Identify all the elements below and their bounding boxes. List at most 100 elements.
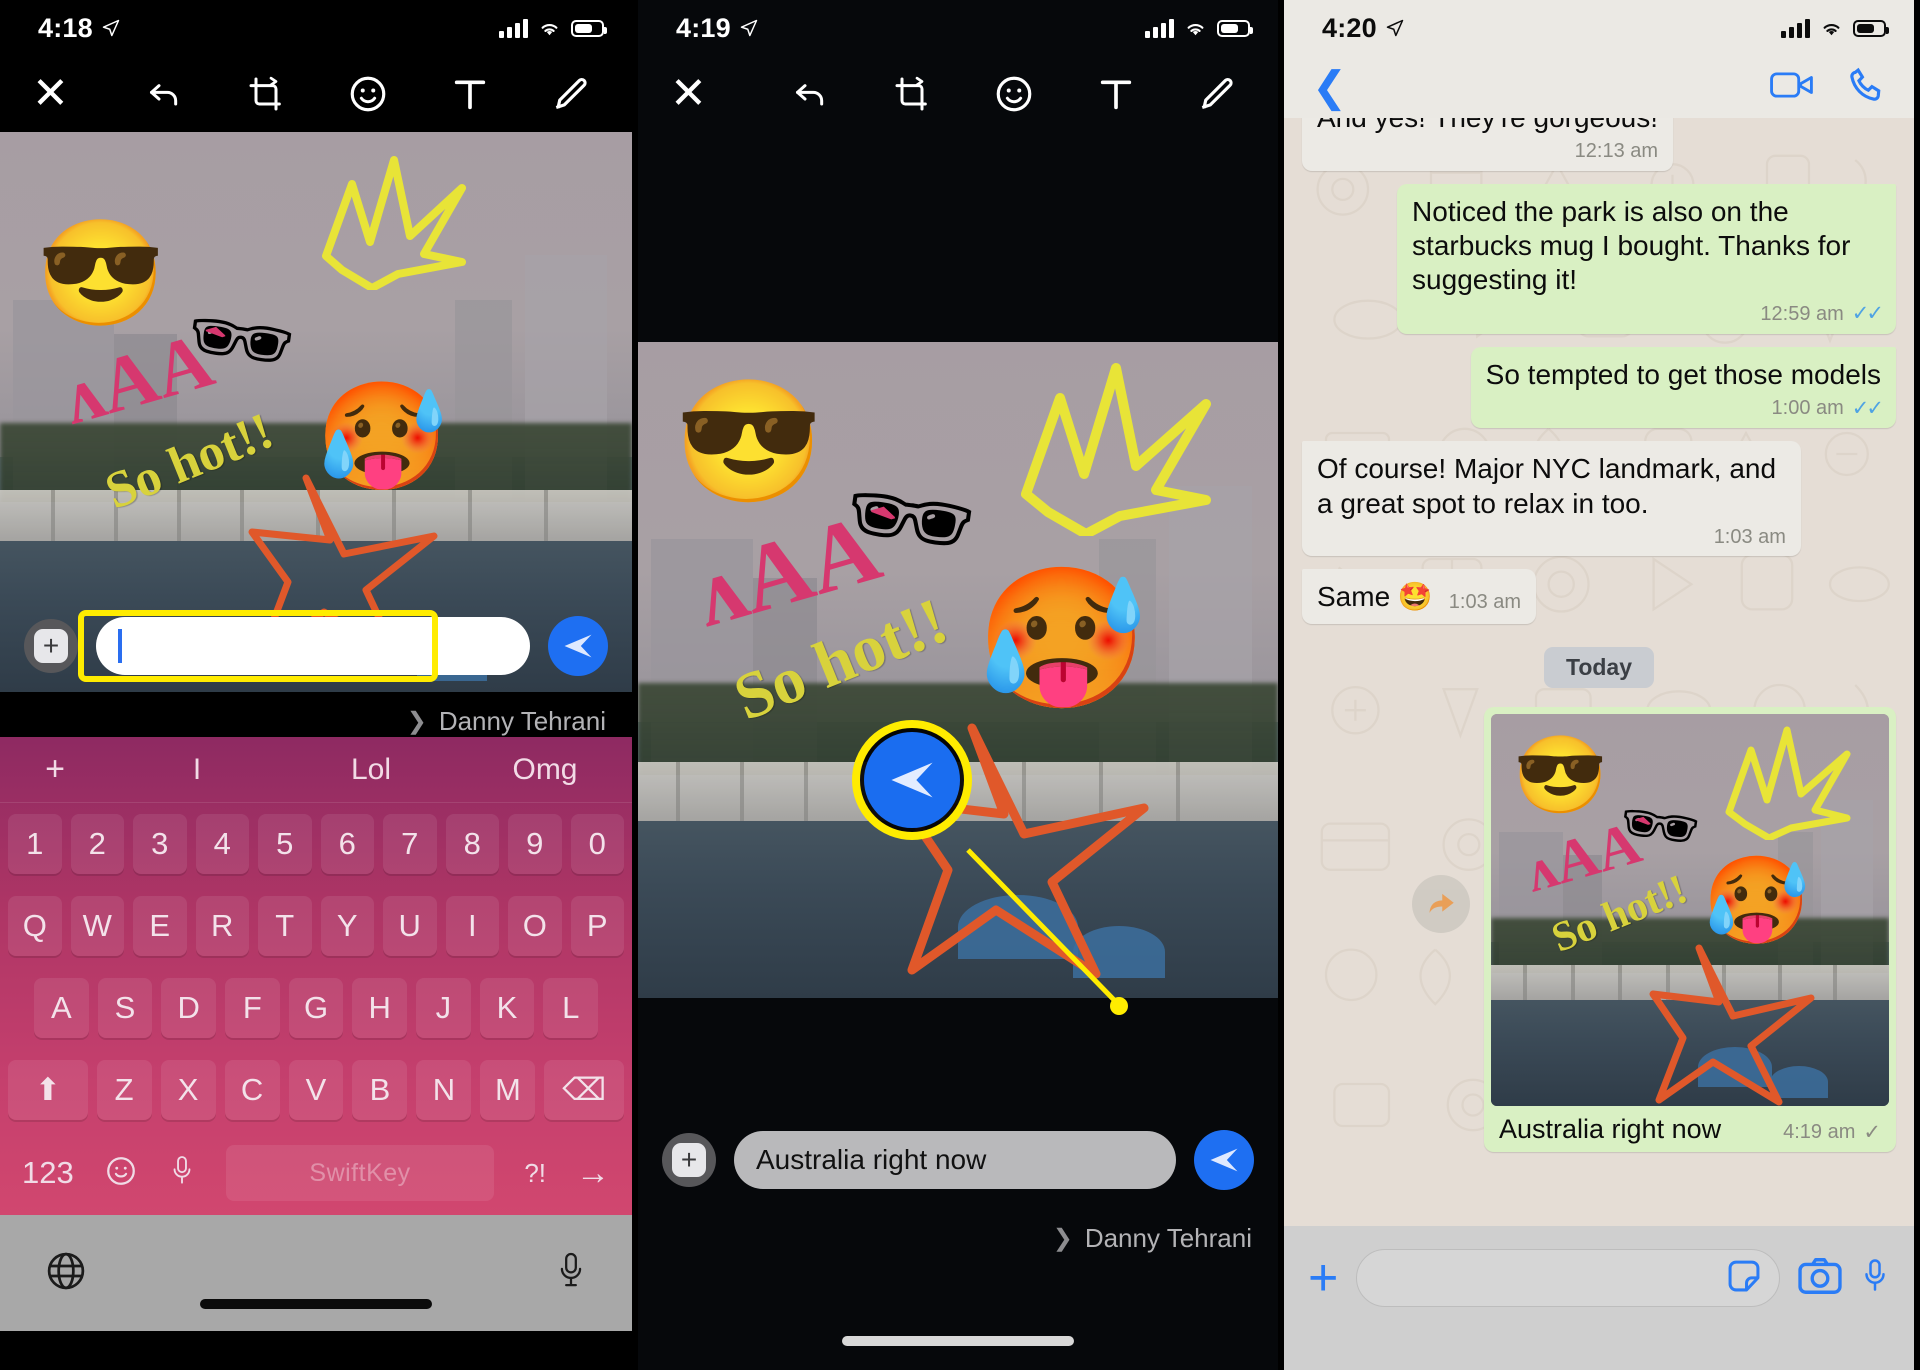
- attach-plus-button[interactable]: +: [1308, 1252, 1338, 1304]
- key-2[interactable]: 2: [70, 814, 124, 874]
- yellow-star-scribble: [322, 156, 466, 290]
- key-f[interactable]: F: [225, 978, 280, 1038]
- suggestion-1[interactable]: I: [110, 753, 284, 787]
- key-a[interactable]: A: [33, 978, 89, 1038]
- suggestion-2[interactable]: Lol: [284, 753, 458, 787]
- phone-panel-right: 4:20 ❮ 12:13 am Noticed the park is also…: [1284, 0, 1914, 1370]
- message-bubble-incoming-short[interactable]: Same 🤩 1:03 am: [1302, 569, 1537, 625]
- shift-key[interactable]: ⬆: [8, 1060, 88, 1120]
- recipient-label-mid: ❯ Danny Tehrani: [638, 1209, 1278, 1254]
- suggestion-3[interactable]: Omg: [458, 753, 632, 787]
- key-i[interactable]: I: [445, 896, 499, 956]
- key-n[interactable]: N: [416, 1060, 472, 1120]
- recipient-name: Danny Tehrani: [1084, 1223, 1252, 1253]
- key-g[interactable]: G: [288, 978, 344, 1038]
- message-bubble-incoming[interactable]: Of course! Major NYC landmark, and a gre…: [1302, 441, 1801, 557]
- key-6[interactable]: 6: [320, 814, 374, 874]
- message-text: Noticed the park is also on the starbuck…: [1412, 195, 1851, 295]
- key-m[interactable]: M: [480, 1060, 536, 1120]
- sticker-icon[interactable]: [1725, 1257, 1763, 1300]
- key-w[interactable]: W: [70, 896, 124, 956]
- key-h[interactable]: H: [352, 978, 408, 1038]
- key-c[interactable]: C: [224, 1060, 280, 1120]
- attach-plus-button[interactable]: +: [24, 619, 78, 673]
- space-key[interactable]: SwiftKey: [225, 1145, 495, 1201]
- key-z[interactable]: Z: [96, 1060, 152, 1120]
- key-t[interactable]: T: [258, 896, 312, 956]
- globe-icon[interactable]: [44, 1249, 88, 1298]
- key-u[interactable]: U: [383, 896, 437, 956]
- key-j[interactable]: J: [416, 978, 471, 1038]
- whatsapp-message-list[interactable]: And yes! They're gorgeous! 12:13 am Noti…: [1284, 118, 1914, 1226]
- dictation-microphone-icon[interactable]: [554, 1249, 588, 1298]
- emoji-icon[interactable]: [104, 1154, 138, 1193]
- suggestion-0[interactable]: +: [0, 750, 110, 789]
- key-o[interactable]: O: [508, 896, 562, 956]
- send-button-left[interactable]: [548, 616, 608, 676]
- key-3[interactable]: 3: [133, 814, 187, 874]
- recipient-label-left: ❯ Danny Tehrani: [0, 692, 632, 737]
- text-tool-icon[interactable]: [442, 68, 498, 120]
- send-button-mid[interactable]: [1194, 1130, 1254, 1190]
- chevron-right-icon: ❯: [1052, 1225, 1073, 1252]
- edited-photo-preview-mid[interactable]: 😎 🕶 🥵 ᴧAA` So hot!!: [638, 342, 1278, 998]
- text-tool-icon[interactable]: [1088, 68, 1144, 120]
- keyboard-microphone-icon[interactable]: [168, 1153, 196, 1194]
- crop-rotate-icon[interactable]: [884, 68, 940, 120]
- sent-photo-thumbnail[interactable]: 😎 🕶 🥵 ᴧAA` So hot!!: [1491, 714, 1889, 1107]
- video-call-icon[interactable]: [1770, 69, 1814, 106]
- enter-key[interactable]: →: [576, 1154, 610, 1193]
- key-9[interactable]: 9: [508, 814, 562, 874]
- crop-rotate-icon[interactable]: [238, 68, 294, 120]
- backspace-key[interactable]: ⌫: [544, 1060, 625, 1120]
- key-l[interactable]: L: [543, 978, 599, 1038]
- photo-editor-toolbar-mid: ✕: [638, 56, 1278, 132]
- numeric-key[interactable]: 123: [22, 1155, 74, 1191]
- attach-plus-button[interactable]: +: [662, 1133, 716, 1187]
- message-input-field[interactable]: [1356, 1249, 1780, 1307]
- punctuation-key[interactable]: ?!: [524, 1158, 546, 1189]
- message-bubble-outgoing[interactable]: So tempted to get those models 1:00 am ✓…: [1470, 346, 1896, 429]
- caption-input-mid[interactable]: Australia right now: [734, 1131, 1176, 1189]
- key-q[interactable]: Q: [8, 896, 62, 956]
- message-bubble-outgoing[interactable]: Noticed the park is also on the starbuck…: [1397, 183, 1896, 334]
- key-0[interactable]: 0: [570, 814, 624, 874]
- microphone-icon[interactable]: [1860, 1256, 1890, 1301]
- key-k[interactable]: K: [479, 978, 535, 1038]
- undo-icon[interactable]: [782, 68, 838, 120]
- chevron-right-icon: ❯: [406, 708, 427, 735]
- key-s[interactable]: S: [97, 978, 153, 1038]
- key-d[interactable]: D: [161, 978, 216, 1038]
- undo-icon[interactable]: [136, 68, 192, 120]
- key-r[interactable]: R: [195, 896, 249, 956]
- message-meta: 1:03 am: [1317, 525, 1786, 549]
- edited-photo-preview-left[interactable]: 😎 🕶 🥵 ᴧAA` So hot!! +: [0, 132, 632, 692]
- draw-pencil-icon[interactable]: [544, 68, 600, 120]
- close-editor-button[interactable]: ✕: [32, 72, 69, 116]
- phone-call-icon[interactable]: [1848, 66, 1886, 109]
- close-editor-button[interactable]: ✕: [670, 72, 707, 116]
- forward-arrow-icon[interactable]: [1412, 875, 1470, 934]
- key-p[interactable]: P: [570, 896, 624, 956]
- key-8[interactable]: 8: [445, 814, 499, 874]
- key-7[interactable]: 7: [383, 814, 437, 874]
- camera-icon[interactable]: [1798, 1257, 1842, 1300]
- image-message-bubble[interactable]: 😎 🕶 🥵 ᴧAA` So hot!! Australia right now …: [1412, 707, 1896, 1153]
- message-bubble-incoming-clipped[interactable]: And yes! They're gorgeous! 12:13 am: [1302, 118, 1674, 171]
- key-y[interactable]: Y: [320, 896, 374, 956]
- sticker-smiley-icon[interactable]: [986, 68, 1042, 120]
- key-v[interactable]: V: [288, 1060, 344, 1120]
- key-b[interactable]: B: [352, 1060, 408, 1120]
- key-x[interactable]: X: [160, 1060, 216, 1120]
- send-button-overlay-highlighted[interactable]: [864, 732, 960, 828]
- back-button[interactable]: ❮: [1312, 66, 1347, 108]
- draw-pencil-icon[interactable]: [1190, 68, 1246, 120]
- key-4[interactable]: 4: [195, 814, 249, 874]
- status-time: 4:20: [1322, 12, 1377, 43]
- sticker-smiley-icon[interactable]: [340, 68, 396, 120]
- caption-input-left[interactable]: [96, 617, 530, 675]
- message-time: 1:03 am: [1713, 525, 1786, 548]
- key-1[interactable]: 1: [8, 814, 62, 874]
- key-5[interactable]: 5: [258, 814, 312, 874]
- key-e[interactable]: E: [133, 896, 187, 956]
